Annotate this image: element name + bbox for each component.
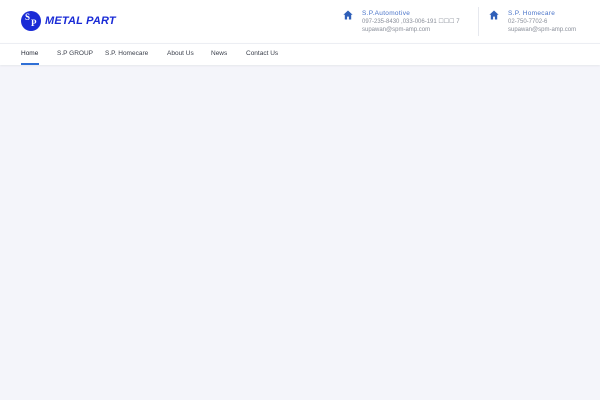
home-icon xyxy=(343,10,353,20)
nav-item-home[interactable]: Home xyxy=(21,50,38,57)
contact-phone: 097-235-8430 ,033-006-191 ☐☐☐ 7 xyxy=(362,19,460,25)
logo-mark-s: S xyxy=(25,12,31,22)
divider xyxy=(478,7,479,36)
contact-title: S.P. Homecare xyxy=(508,10,556,17)
nav-item-contact-us[interactable]: Contact Us xyxy=(246,50,278,57)
sp-logo-icon: S P xyxy=(21,11,41,31)
page-body xyxy=(0,66,600,400)
contact-title: S.P.Automotive xyxy=(362,10,411,17)
nav-item-news[interactable]: News xyxy=(211,50,227,57)
nav-item-about-us[interactable]: About Us xyxy=(167,50,194,57)
home-icon xyxy=(489,10,499,20)
nav-item-sp-group[interactable]: S.P GROUP xyxy=(57,50,93,57)
contact-email[interactable]: supawan@spm-amp.com xyxy=(362,26,460,34)
contact-automotive: S.P.Automotive 097-235-8430 ,033-006-191… xyxy=(343,9,460,34)
main-nav: Home S.P GROUP S.P. Homecare About Us Ne… xyxy=(0,43,600,65)
active-tab-indicator xyxy=(21,63,39,65)
site-logo[interactable]: S P METAL PART xyxy=(21,11,116,31)
site-header: S P METAL PART S.P.Automotive 097-235-84… xyxy=(0,0,600,43)
logo-text: METAL PART xyxy=(45,15,116,27)
contact-homecare: S.P. Homecare 02-750-7702-6 supawan@spm-… xyxy=(489,9,576,34)
contact-email[interactable]: supawan@spm-amp.com xyxy=(508,26,576,34)
nav-item-sp-homecare[interactable]: S.P. Homecare xyxy=(105,50,148,57)
logo-mark-p: P xyxy=(31,18,37,28)
contact-phone: 02-750-7702-6 xyxy=(508,19,548,25)
